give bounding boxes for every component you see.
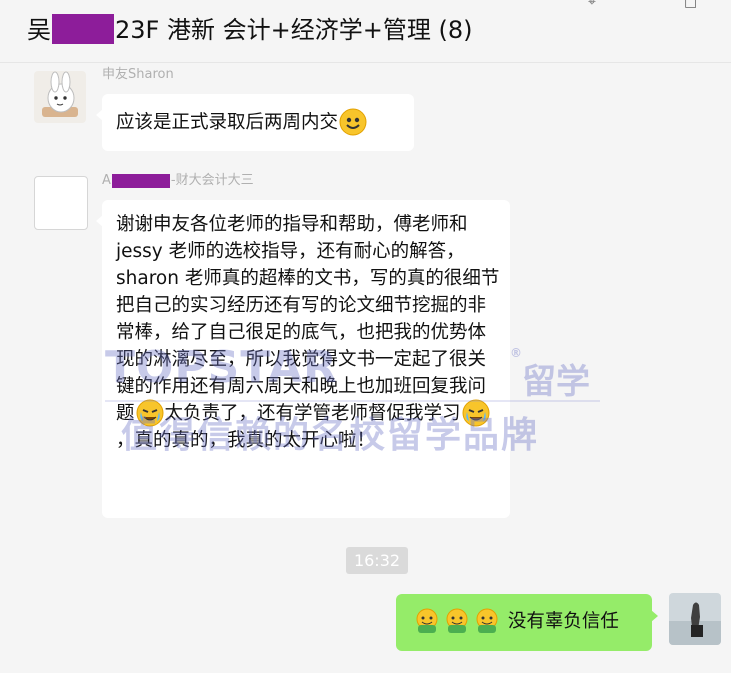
redacted-name	[52, 14, 114, 44]
message-bubble-long[interactable]: 谢谢申友各位老师的指导和帮助，傅老师和jessy 老师的选校指导，还有耐心的解答…	[96, 200, 510, 518]
chat-title-prefix: 吴	[27, 16, 51, 44]
chat-header: 吴 23F 港新 会计+经济学+管理 (8) ⌖ □	[0, 0, 731, 63]
member-count: (8)	[438, 16, 473, 44]
sender-suffix: -财大会计大三	[170, 173, 254, 188]
chat-title-suffix: 23F 港新 会计+经济学+管理	[115, 16, 431, 44]
tears-of-joy-emoji-icon	[462, 399, 490, 426]
reply-bubble[interactable]: 没有辜负信任	[396, 594, 658, 651]
hugging-face-emoji-icon	[476, 608, 498, 633]
message-text-part-2: 太负责了，还有学管老师督促我学习	[164, 403, 461, 424]
reply-text: 没有辜负信任	[507, 611, 619, 632]
tears-of-joy-emoji-icon	[136, 399, 164, 426]
message-text: 应该是正式录取后两周内交	[116, 112, 339, 133]
hugging-face-emoji-icon	[416, 608, 438, 633]
hugging-emoji-row	[412, 608, 508, 633]
pin-icon[interactable]: ⌖	[588, 0, 596, 10]
own-avatar[interactable]	[669, 593, 721, 645]
hugging-face-emoji-icon	[446, 608, 468, 633]
chat-title: 吴 23F 港新 会计+经济学+管理 (8)	[27, 14, 472, 46]
restore-icon[interactable]: □	[684, 0, 697, 10]
message-text-part-1: 谢谢申友各位老师的指导和帮助，傅老师和jessy 老师的选校指导，还有耐心的解答…	[116, 214, 500, 424]
sharon-avatar[interactable]	[34, 71, 86, 123]
sender-prefix: A	[102, 173, 111, 188]
sender-name: A -财大会计大三	[102, 169, 254, 188]
redacted-sender	[111, 173, 170, 188]
watermark-brand-suffix: 留学	[522, 362, 590, 402]
watermark-registered: ®	[510, 346, 522, 360]
student-avatar[interactable]	[34, 176, 88, 230]
sender-name: 申友Sharon	[102, 67, 174, 82]
message-text-part-3: ，真的真的，我真的太开心啦！	[116, 430, 376, 451]
grinning-face-emoji-icon	[339, 108, 367, 135]
message-bubble[interactable]: 应该是正式录取后两周内交	[96, 94, 414, 151]
timestamp-badge: 16:32	[346, 547, 408, 574]
